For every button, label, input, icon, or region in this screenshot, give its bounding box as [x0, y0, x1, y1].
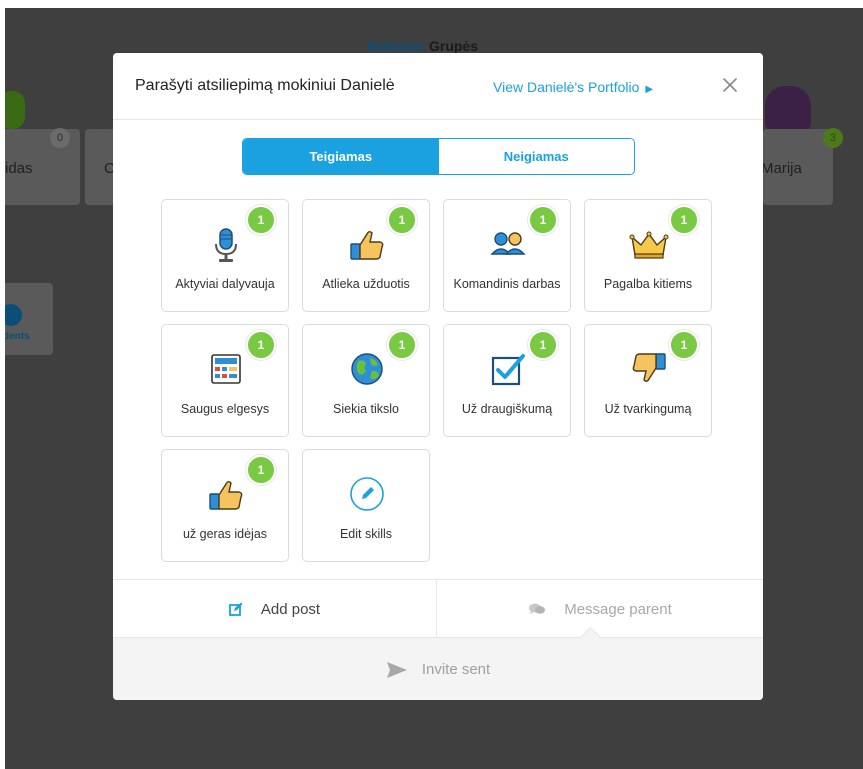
skill-label: Pagalba kitiems — [603, 276, 693, 291]
students-label: dents — [5, 331, 30, 342]
invite-status-label: Invite sent — [421, 661, 491, 678]
skill-label: Komandinis darbas — [453, 276, 561, 291]
student-points-badge: 0 — [50, 128, 70, 148]
footer-actions: Add post Message parent — [113, 579, 763, 638]
add-post-label: Add post — [260, 600, 321, 618]
chat-bubbles-icon — [529, 603, 546, 614]
calculator-icon — [211, 354, 241, 384]
skill-count-badge: 1 — [246, 205, 276, 235]
skill-count-badge: 1 — [246, 330, 276, 360]
skill-tile-pagalba-kitiems[interactable]: 1 Pagalba kitiems — [584, 199, 712, 312]
feedback-type-toggle: Teigiamas Neigiamas — [242, 138, 635, 175]
modal-header: Parašyti atsiliepimą mokiniui Danielė Vi… — [113, 53, 763, 120]
edit-skills-button[interactable]: Edit skills — [302, 449, 430, 562]
teamwork-icon — [490, 232, 526, 255]
feedback-modal: Parašyti atsiliepimą mokiniui Danielė Vi… — [113, 53, 763, 700]
crown-icon — [629, 231, 669, 259]
thumbs-up-icon — [350, 231, 384, 260]
skill-count-badge: 1 — [528, 330, 558, 360]
close-icon — [723, 78, 737, 92]
background-tabs: Mokiniai Grupės — [367, 38, 478, 54]
skill-count-badge: 1 — [528, 205, 558, 235]
student-avatar — [765, 86, 811, 134]
student-name: idas — [5, 160, 33, 177]
skill-count-badge: 1 — [669, 205, 699, 235]
play-arrow-icon: ▶ — [645, 84, 654, 95]
checkbox-icon — [491, 354, 525, 386]
skill-tile-atlieka-uzduotis[interactable]: 1 Atlieka užduotis — [302, 199, 430, 312]
skill-count-badge: 1 — [387, 330, 417, 360]
skill-count-badge: 1 — [246, 455, 276, 485]
skill-label: Saugus elgesys — [180, 401, 270, 416]
pencil-circle-icon — [350, 477, 384, 511]
student-name: Marija — [761, 160, 802, 177]
tab-teigiamas[interactable]: Teigiamas — [243, 139, 439, 174]
skill-tile-aktyviai-dalyvauja[interactable]: 1 Aktyviai dalyvauja — [161, 199, 289, 312]
skill-label: už geras idėjas — [182, 526, 268, 541]
skill-label: Už draugiškumą — [461, 401, 553, 416]
skill-tile-uz-draugiskuma[interactable]: 1 Už draugiškumą — [443, 324, 571, 437]
tab-grupes: Grupės — [429, 38, 479, 54]
modal-title: Parašyti atsiliepimą mokiniui Danielė — [135, 77, 395, 94]
view-portfolio-link[interactable]: View Danielė's Portfolio ▶ — [493, 79, 653, 95]
globe-icon — [351, 353, 383, 385]
skill-tile-komandinis-darbas[interactable]: 1 Komandinis darbas — [443, 199, 571, 312]
skill-tile-uz-geras-idejas[interactable]: 1 už geras idėjas — [161, 449, 289, 562]
skill-label: Už tvarkingumą — [604, 401, 692, 416]
skill-count-badge: 1 — [669, 330, 699, 360]
student-points-badge: 3 — [823, 128, 843, 148]
thumbs-up-icon — [209, 481, 243, 510]
close-button[interactable] — [716, 71, 744, 99]
edit-square-icon — [228, 602, 243, 616]
skill-tile-uz-tvarkinguma[interactable]: 1 Už tvarkingumą — [584, 324, 712, 437]
send-arrow-icon — [386, 661, 407, 678]
skill-label: Aktyviai dalyvauja — [175, 276, 275, 291]
thumbs-down-icon — [632, 353, 666, 382]
portfolio-link-label: View Danielė's Portfolio — [493, 79, 640, 95]
microphone-icon — [215, 228, 237, 262]
skill-tile-saugus-elgesys[interactable]: 1 Saugus elgesys — [161, 324, 289, 437]
student-avatar — [5, 91, 25, 129]
skill-label: Edit skills — [339, 526, 393, 541]
message-parent-label: Message parent — [564, 600, 672, 618]
skill-label: Atlieka užduotis — [322, 276, 410, 291]
modal-footer: Add post Message parent Invite sent — [113, 579, 763, 700]
add-post-button[interactable]: Add post — [113, 580, 436, 638]
tab-mokiniai: Mokiniai — [367, 38, 424, 54]
skill-label: Siekia tikslo — [333, 401, 399, 416]
skill-tile-siekia-tikslo[interactable]: 1 Siekia tikslo — [302, 324, 430, 437]
invite-status-bar: Invite sent — [113, 637, 763, 700]
message-parent-button[interactable]: Message parent — [437, 580, 763, 638]
skill-count-badge: 1 — [387, 205, 417, 235]
tab-neigiamas[interactable]: Neigiamas — [438, 139, 634, 174]
